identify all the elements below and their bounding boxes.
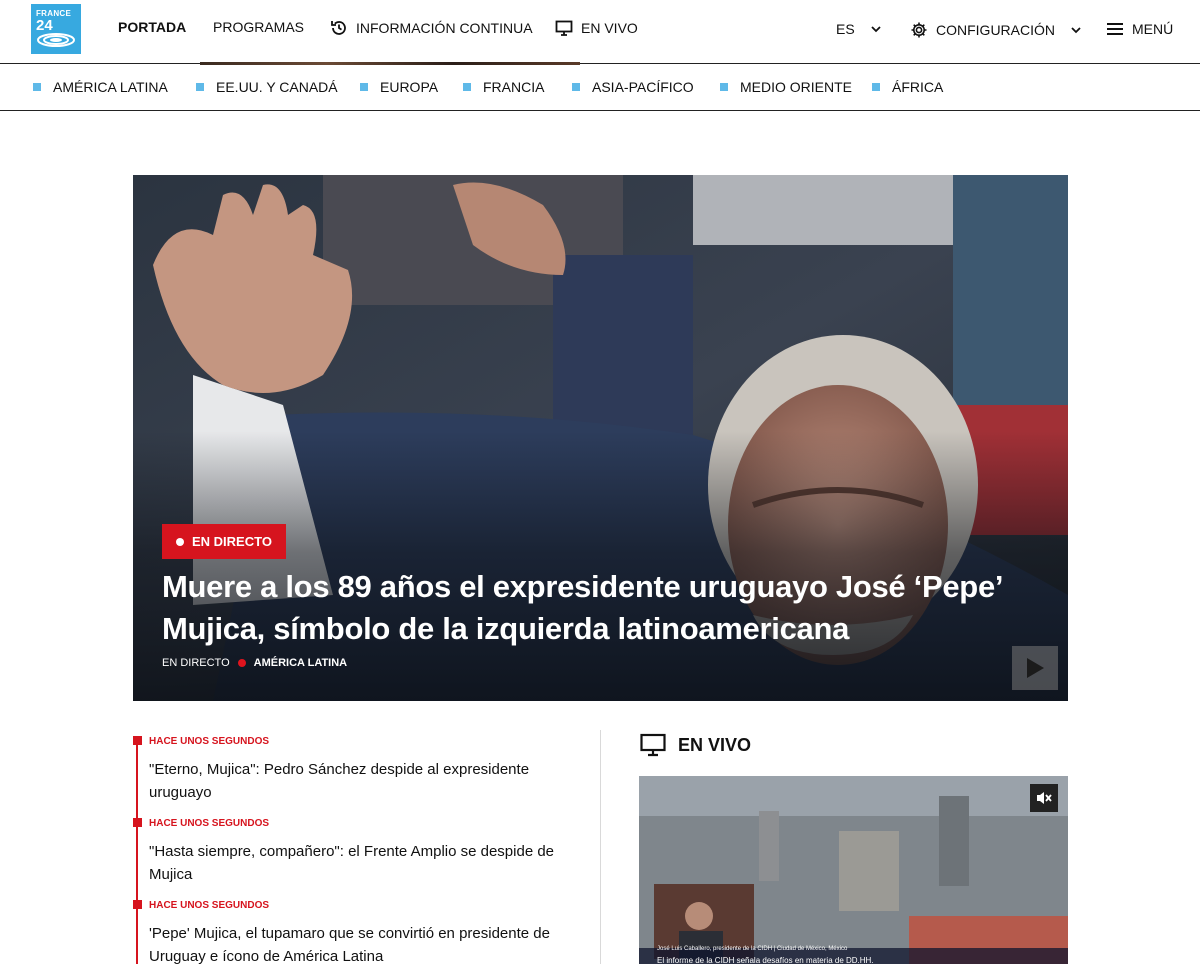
nav-informacion-continua[interactable]: INFORMACIÓN CONTINUA (330, 19, 533, 37)
region-francia[interactable]: FRANCIA (463, 79, 544, 95)
hero-meta-type: EN DIRECTO (162, 657, 230, 669)
language-selector[interactable]: ES (836, 21, 883, 37)
muted-speaker-icon (1037, 792, 1052, 804)
hero-article[interactable]: EN DIRECTO Muere a los 89 años el expres… (133, 175, 1068, 701)
timeline-marker (133, 818, 142, 827)
region-square-icon (720, 83, 728, 91)
nav-en-vivo[interactable]: EN VIVO (555, 19, 638, 37)
hamburger-menu-icon (1107, 23, 1123, 35)
region-eeuu-canada[interactable]: EE.UU. Y CANADÁ (196, 79, 338, 95)
live-section-heading: EN VIVO (640, 733, 751, 757)
configuracion-menu[interactable]: CONFIGURACIÓN (910, 21, 1083, 39)
hero-meta: EN DIRECTO AMÉRICA LATINA (162, 657, 347, 669)
region-square-icon (463, 83, 471, 91)
mute-button[interactable] (1030, 784, 1058, 812)
timeline-marker (133, 900, 142, 909)
live-badge[interactable]: EN DIRECTO (162, 524, 286, 559)
region-america-latina[interactable]: AMÉRICA LATINA (33, 79, 168, 95)
hero-meta-category[interactable]: AMÉRICA LATINA (254, 657, 348, 669)
region-nav: AMÉRICA LATINA EE.UU. Y CANADÁ EUROPA FR… (0, 65, 1200, 111)
play-button[interactable] (1012, 646, 1058, 690)
tv-icon (640, 733, 666, 757)
live-video-player[interactable]: José Luis Caballero, presidente de la CI… (639, 776, 1068, 964)
timeline-marker (133, 736, 142, 745)
region-europa[interactable]: EUROPA (360, 79, 438, 95)
region-square-icon (572, 83, 580, 91)
france24-logo[interactable]: FRANCE 24 (31, 4, 81, 54)
gear-icon (911, 22, 927, 38)
video-caption: José Luis Caballero, presidente de la CI… (657, 946, 848, 952)
column-divider (600, 730, 601, 964)
region-square-icon (33, 83, 41, 91)
play-icon (1027, 658, 1044, 678)
logo-waves-icon (37, 33, 75, 47)
top-header: FRANCE 24 PORTADA PROGRAMAS INFORMACIÓN … (0, 0, 1200, 65)
region-medio-oriente[interactable]: MEDIO ORIENTE (720, 79, 852, 95)
menu-button[interactable]: MENÚ (1106, 21, 1173, 37)
history-clock-icon (331, 21, 346, 35)
chevron-down-icon (1071, 27, 1081, 34)
region-africa[interactable]: ÁFRICA (872, 79, 943, 95)
chevron-down-icon (871, 26, 881, 33)
feed-timeline-line (136, 737, 138, 964)
tv-icon (555, 20, 573, 36)
live-dot-icon (237, 659, 246, 667)
nav-programas[interactable]: PROGRAMAS (213, 19, 304, 35)
region-asia-pacifico[interactable]: ASIA-PACÍFICO (572, 79, 694, 95)
live-dot-icon (176, 537, 184, 546)
region-square-icon (196, 83, 204, 91)
video-ticker: El informe de la CIDH señala desafíos en… (657, 956, 874, 964)
region-square-icon (360, 83, 368, 91)
hero-headline[interactable]: Muere a los 89 años el expresidente urug… (162, 566, 1042, 650)
live-video-frame (639, 776, 1068, 964)
nav-portada[interactable]: PORTADA (118, 19, 186, 35)
region-square-icon (872, 83, 880, 91)
